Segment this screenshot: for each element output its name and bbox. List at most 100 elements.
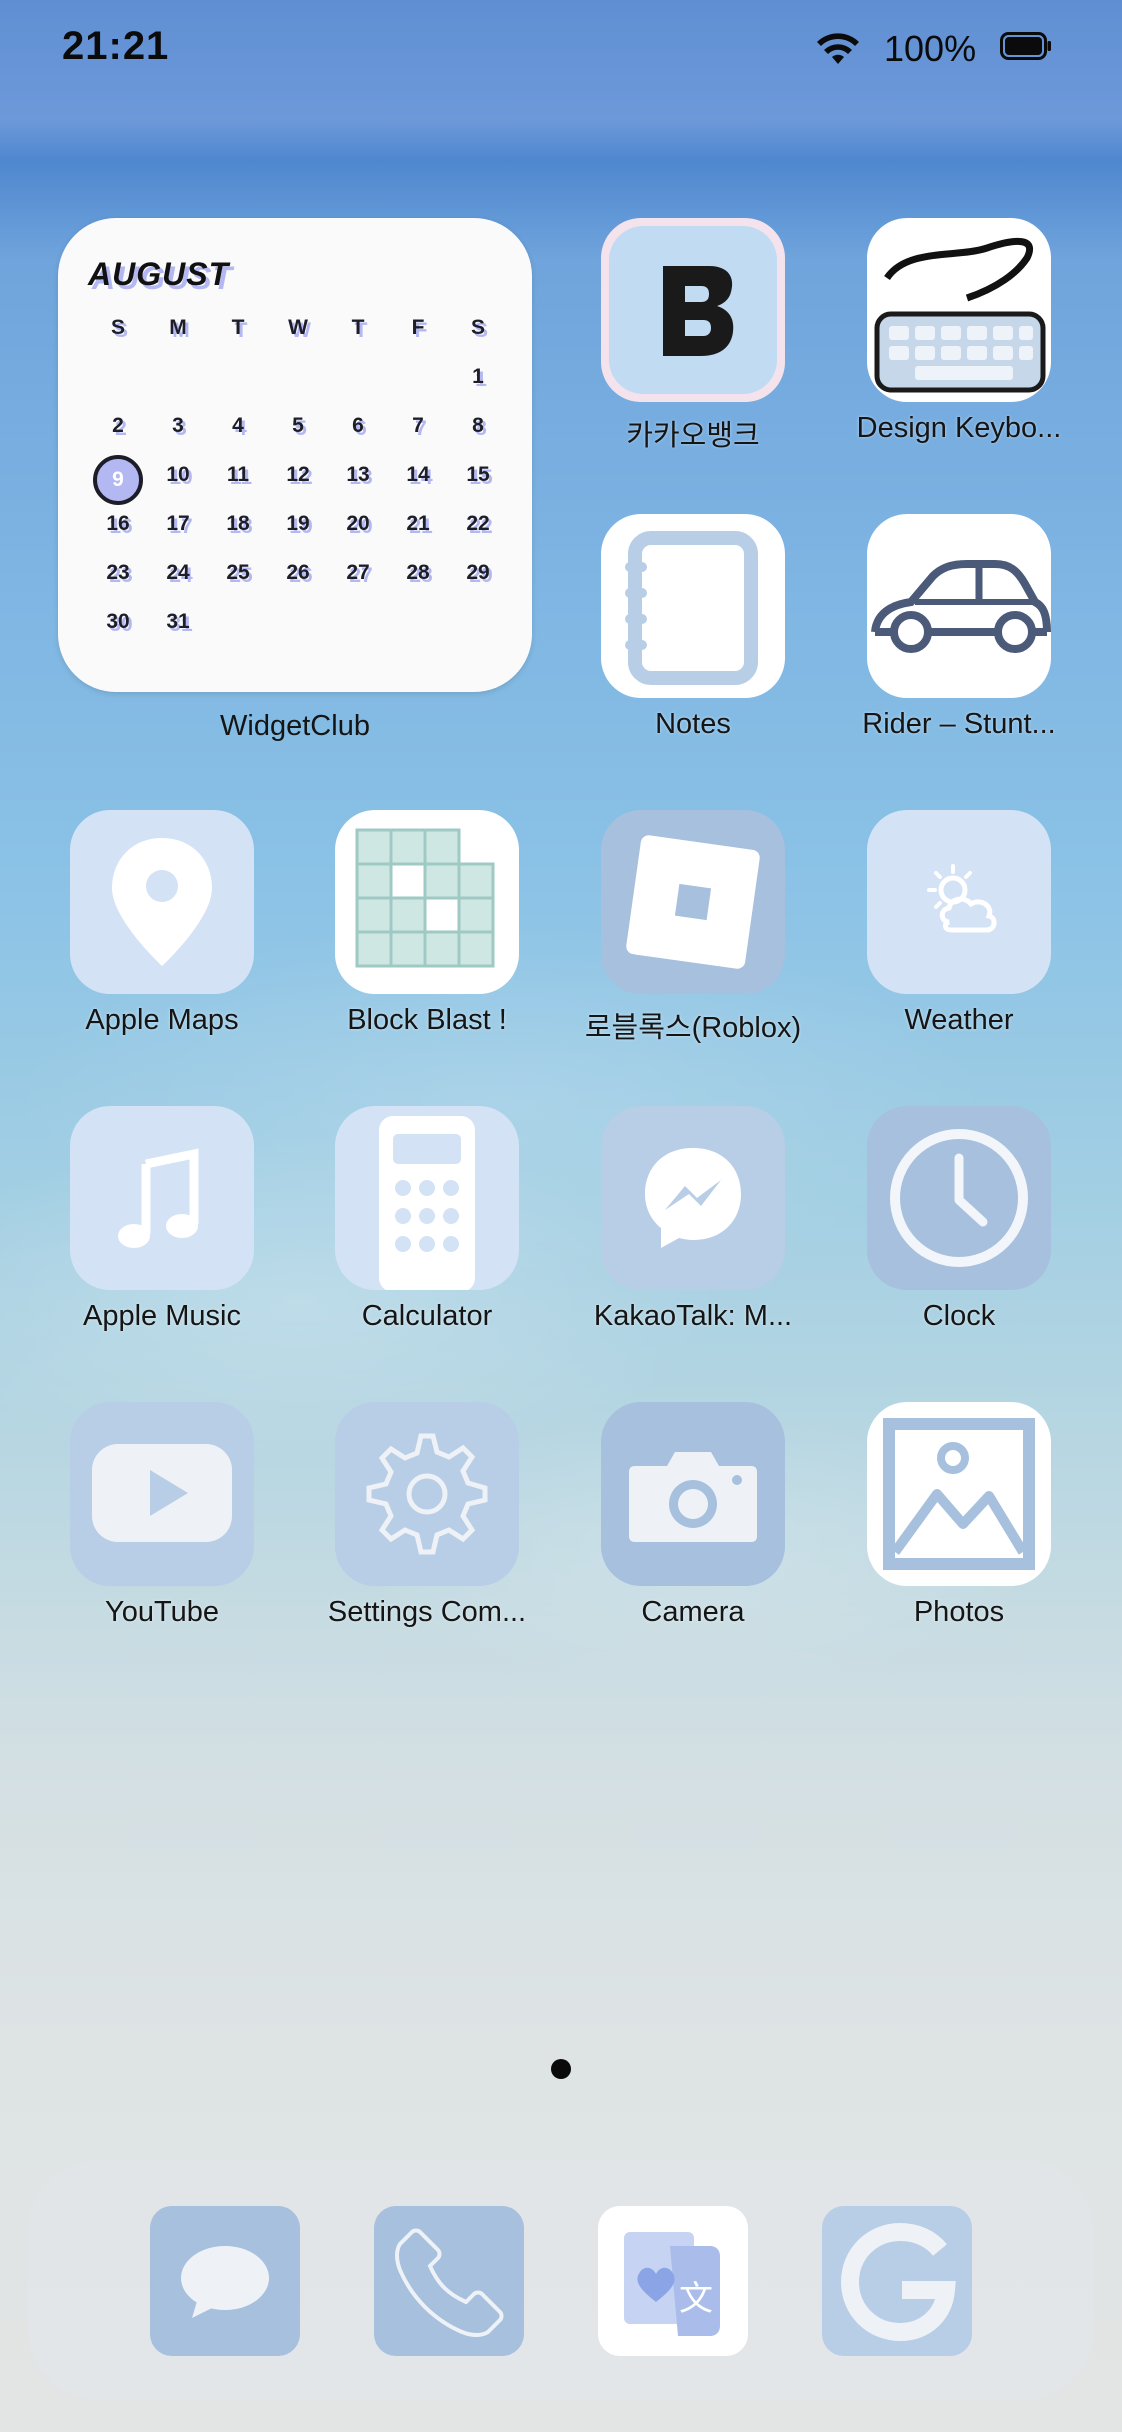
day: 13 (346, 463, 370, 486)
app-label: KakaoTalk: M... (593, 1300, 793, 1332)
translate-icon[interactable]: 文 (598, 2206, 748, 2356)
day: 1 (472, 365, 484, 388)
page-indicator-dot[interactable] (551, 2059, 571, 2079)
app-label: Calculator (361, 1300, 493, 1332)
keyboard-icon (867, 218, 1051, 402)
day: 28 (406, 561, 430, 584)
day: 6 (352, 414, 364, 437)
day (148, 365, 208, 414)
gear-icon (335, 1402, 519, 1586)
day: 30 (106, 610, 130, 633)
app-label: Photos (913, 1596, 1005, 1628)
day: 17 (166, 512, 190, 535)
week-row: 1 (88, 365, 508, 414)
app-notes[interactable]: Notes (563, 514, 823, 741)
app-label: Clock (922, 1300, 996, 1332)
weekday: S (110, 316, 125, 339)
week-row: 2 3 4 5 6 7 8 (88, 414, 508, 463)
calculator-icon (335, 1106, 519, 1290)
battery-percent: 100% (884, 28, 977, 69)
kakaobank-b-icon (601, 218, 785, 402)
app-rider[interactable]: Rider – Stunt... (829, 514, 1089, 741)
app-settings[interactable]: Settings Com... (297, 1402, 557, 1629)
app-roblox[interactable]: 로블록스(Roblox) (563, 810, 823, 1046)
day: 8 (472, 414, 484, 437)
day: 3 (172, 414, 184, 437)
app-design-keyboard[interactable]: Design Keybo... (829, 218, 1089, 445)
widget-month: AUGUST (88, 256, 230, 292)
weekday: S (470, 316, 485, 339)
today-marker: 9 (93, 455, 143, 505)
day: 7 (412, 414, 424, 437)
app-label: Settings Com... (327, 1596, 527, 1628)
app-label: 카카오뱅크 (626, 420, 760, 452)
car-icon (867, 514, 1051, 698)
day: 19 (286, 512, 310, 535)
status-time: 21:21 (62, 24, 170, 68)
app-kakaotalk[interactable]: KakaoTalk: M... (563, 1106, 823, 1333)
app-label: 로블록스(Roblox) (584, 1012, 802, 1044)
app-label: Rider – Stunt... (862, 708, 1056, 740)
day: 16 (106, 512, 130, 535)
app-kakaobank[interactable]: 카카오뱅크 (563, 218, 823, 454)
app-block-blast[interactable]: Block Blast ! (297, 810, 557, 1037)
app-weather[interactable]: Weather (829, 810, 1089, 1037)
dock: 文 (28, 2160, 1094, 2400)
day (208, 365, 268, 414)
app-apple-music[interactable]: Apple Music (32, 1106, 292, 1333)
app-photos[interactable]: Photos (829, 1402, 1089, 1629)
phone-icon[interactable] (374, 2206, 524, 2356)
app-label: Apple Music (83, 1300, 241, 1332)
day (328, 365, 388, 414)
day (388, 365, 448, 414)
app-camera[interactable]: Camera (563, 1402, 823, 1629)
app-apple-maps[interactable]: Apple Maps (32, 810, 292, 1037)
block-puzzle-icon (335, 810, 519, 994)
app-label: Apple Maps (85, 1004, 239, 1036)
app-calculator[interactable]: Calculator (297, 1106, 557, 1333)
day: 29 (466, 561, 490, 584)
youtube-play-icon (70, 1402, 254, 1586)
camera-icon (601, 1402, 785, 1586)
day (88, 365, 148, 414)
music-note-icon (70, 1106, 254, 1290)
sun-cloud-icon (867, 810, 1051, 994)
day: 14 (406, 463, 430, 486)
photo-icon (867, 1402, 1051, 1586)
day: 5 (292, 414, 304, 437)
day: 12 (286, 463, 310, 486)
week-row: 23 24 25 26 27 28 29 (88, 561, 508, 610)
weekday: F (411, 316, 425, 339)
battery-icon (1000, 32, 1051, 60)
app-label: Block Blast ! (347, 1004, 507, 1036)
notebook-icon (601, 514, 785, 698)
day: 24 (166, 561, 190, 584)
weekday: M (169, 316, 187, 339)
widget-label: WidgetClub (220, 710, 370, 742)
google-g-icon[interactable] (822, 2206, 972, 2356)
status-bar: 21:21 100% (0, 0, 1122, 95)
week-row: 16 17 18 19 20 21 22 (88, 512, 508, 561)
messenger-icon (601, 1106, 785, 1290)
app-label: Notes (655, 708, 731, 740)
calendar-widget[interactable]: AUGUST S M T W T F S 1 2 3 4 5 6 7 8 9 1… (58, 218, 532, 692)
weekday: T (231, 316, 245, 339)
day: 23 (106, 561, 130, 584)
svg-text:文: 文 (679, 2279, 713, 2319)
app-label: Camera (641, 1596, 745, 1628)
app-label: YouTube (105, 1596, 219, 1628)
day: 21 (406, 512, 430, 535)
weekday-row: S M T W T F S (88, 316, 508, 365)
app-label: Design Keybo... (856, 412, 1062, 444)
app-clock[interactable]: Clock (829, 1106, 1089, 1333)
app-youtube[interactable]: YouTube (32, 1402, 292, 1629)
messages-bubble-icon[interactable] (150, 2206, 300, 2356)
day: 27 (346, 561, 370, 584)
day: 11 (226, 463, 250, 486)
day: 25 (226, 561, 250, 584)
calendar-grid: S M T W T F S 1 2 3 4 5 6 7 8 9 10 11 12… (88, 316, 508, 659)
day: 10 (166, 463, 190, 486)
week-row: 9 10 11 12 13 14 15 (88, 455, 508, 512)
weekday: W (288, 316, 308, 339)
weekday: T (351, 316, 365, 339)
